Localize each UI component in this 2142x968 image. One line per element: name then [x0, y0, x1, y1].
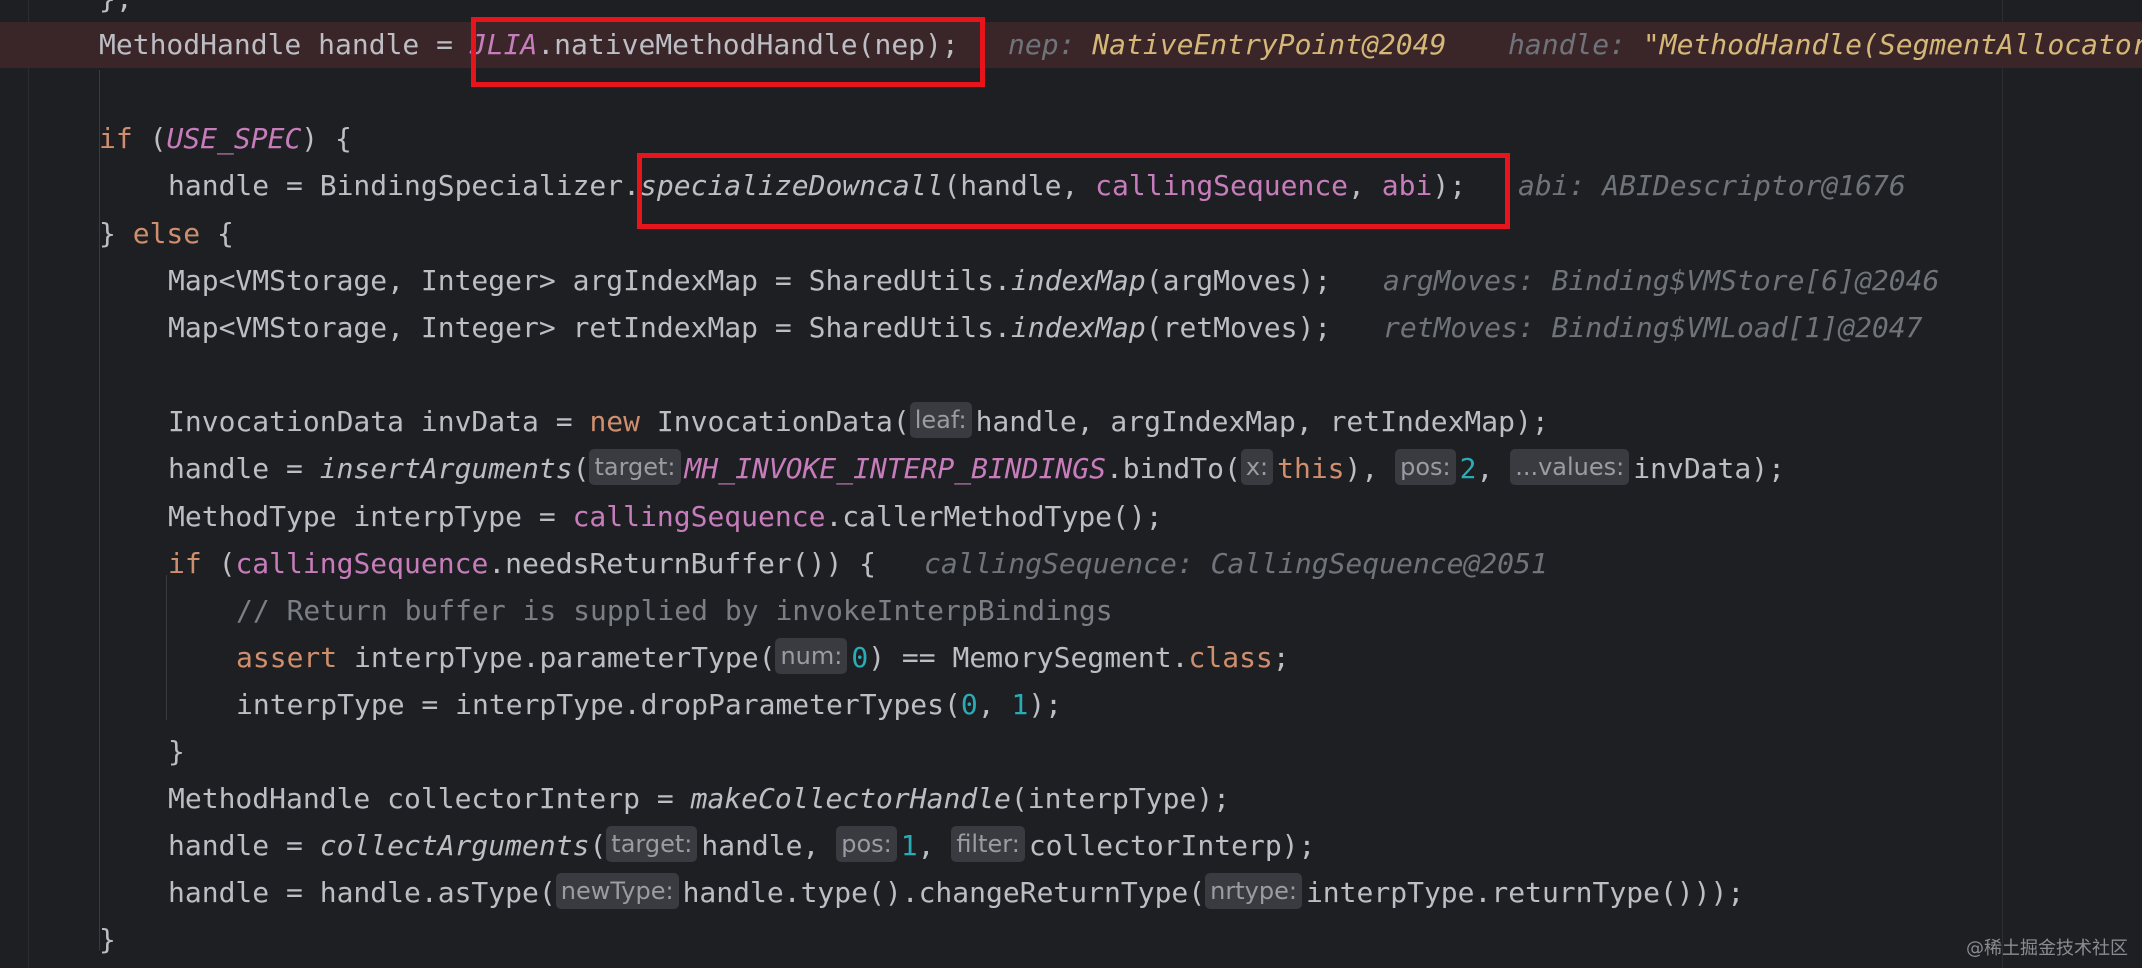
code-text: } [99, 923, 116, 956]
code-line[interactable]: interpType = interpType.dropParameterTyp… [0, 682, 2142, 728]
code-text: if (USE_SPEC) { [99, 122, 352, 155]
code-line[interactable]: handle = insertArguments(target: MH_INVOK… [0, 446, 2142, 492]
code-text: handle = collectArguments(target: handle,… [168, 823, 1315, 869]
parameter-hint: filter: [951, 826, 1025, 862]
watermark: @稀土掘金技术社区 [1966, 938, 2128, 959]
code-line[interactable]: MethodHandle collectorInterp = makeColle… [0, 776, 2142, 822]
code-line[interactable]: }; [0, 0, 2142, 22]
code-text: handle = insertArguments(target: MH_INVOK… [168, 446, 1785, 492]
code-line[interactable]: if (callingSequence.needsReturnBuffer())… [0, 541, 2142, 587]
parameter-hint: nrtype: [1205, 873, 1302, 909]
code-text: } else { [99, 217, 234, 250]
code-line[interactable]: assert interpType.parameterType(num: 0) =… [0, 635, 2142, 681]
code-text: if (callingSequence.needsReturnBuffer())… [168, 547, 877, 580]
parameter-hint: target: [589, 449, 681, 485]
code-line[interactable]: Map<VMStorage, Integer> retIndexMap = Sh… [0, 305, 2142, 351]
code-text: handle = handle.asType(newType: handle.ty… [168, 870, 1744, 916]
debug-inline-value: retMoves: Binding$VMLoad[1]@2047 [1383, 311, 1923, 344]
code-text: }; [99, 0, 133, 22]
debug-inline-value: abi: ABIDescriptor@1676 [1518, 169, 1906, 202]
highlight-box-native-method-handle [471, 17, 985, 87]
parameter-hint: pos: [836, 826, 897, 862]
debug-inline-value: callingSequence: CallingSequence@2051 [924, 547, 1548, 580]
code-line[interactable]: InvocationData invData = new InvocationD… [0, 399, 2142, 445]
debug-inline-value: handle: "MethodHandle(SegmentAllocator [1508, 28, 2142, 61]
parameter-hint: pos: [1395, 449, 1456, 485]
code-line[interactable]: } [0, 917, 2142, 963]
code-line[interactable]: } [0, 729, 2142, 775]
parameter-hint: x: [1240, 449, 1274, 485]
highlight-box-specialize-downcall [637, 153, 1510, 229]
debug-inline-value: nep: NativeEntryPoint@2049 [1008, 28, 1447, 61]
code-text: interpType = interpType.dropParameterTyp… [236, 688, 1063, 721]
code-line[interactable]: Map<VMStorage, Integer> argIndexMap = Sh… [0, 258, 2142, 304]
code-text: InvocationData invData = new InvocationD… [168, 399, 1549, 445]
code-line[interactable]: handle = collectArguments(target: handle,… [0, 823, 2142, 869]
parameter-hint: num: [775, 638, 848, 674]
code-text: Map<VMStorage, Integer> retIndexMap = Sh… [168, 311, 1332, 344]
code-line[interactable]: MethodType interpType = callingSequence.… [0, 494, 2142, 540]
code-comment: // Return buffer is supplied by invokeIn… [236, 594, 1113, 627]
parameter-hint: ...values: [1510, 449, 1630, 485]
code-text: } [168, 735, 185, 768]
parameter-hint: newType: [555, 873, 679, 909]
code-line[interactable]: handle = handle.asType(newType: handle.ty… [0, 870, 2142, 916]
execution-point-line[interactable]: MethodHandle handle = JLIA.nativeMethodH… [0, 22, 2142, 68]
code-text: assert interpType.parameterType(num: 0) =… [236, 635, 1290, 681]
code-line[interactable]: // Return buffer is supplied by invokeIn… [0, 588, 2142, 634]
code-text: MethodHandle collectorInterp = makeColle… [168, 782, 1231, 815]
code-editor[interactable]: }; MethodHandle handle = JLIA.nativeMeth… [0, 0, 2142, 968]
debug-inline-value: argMoves: Binding$VMStore[6]@2046 [1383, 264, 1940, 297]
parameter-hint: leaf: [909, 402, 972, 438]
code-text: Map<VMStorage, Integer> argIndexMap = Sh… [168, 264, 1332, 297]
code-text: MethodType interpType = callingSequence.… [168, 500, 1163, 533]
parameter-hint: target: [606, 826, 698, 862]
